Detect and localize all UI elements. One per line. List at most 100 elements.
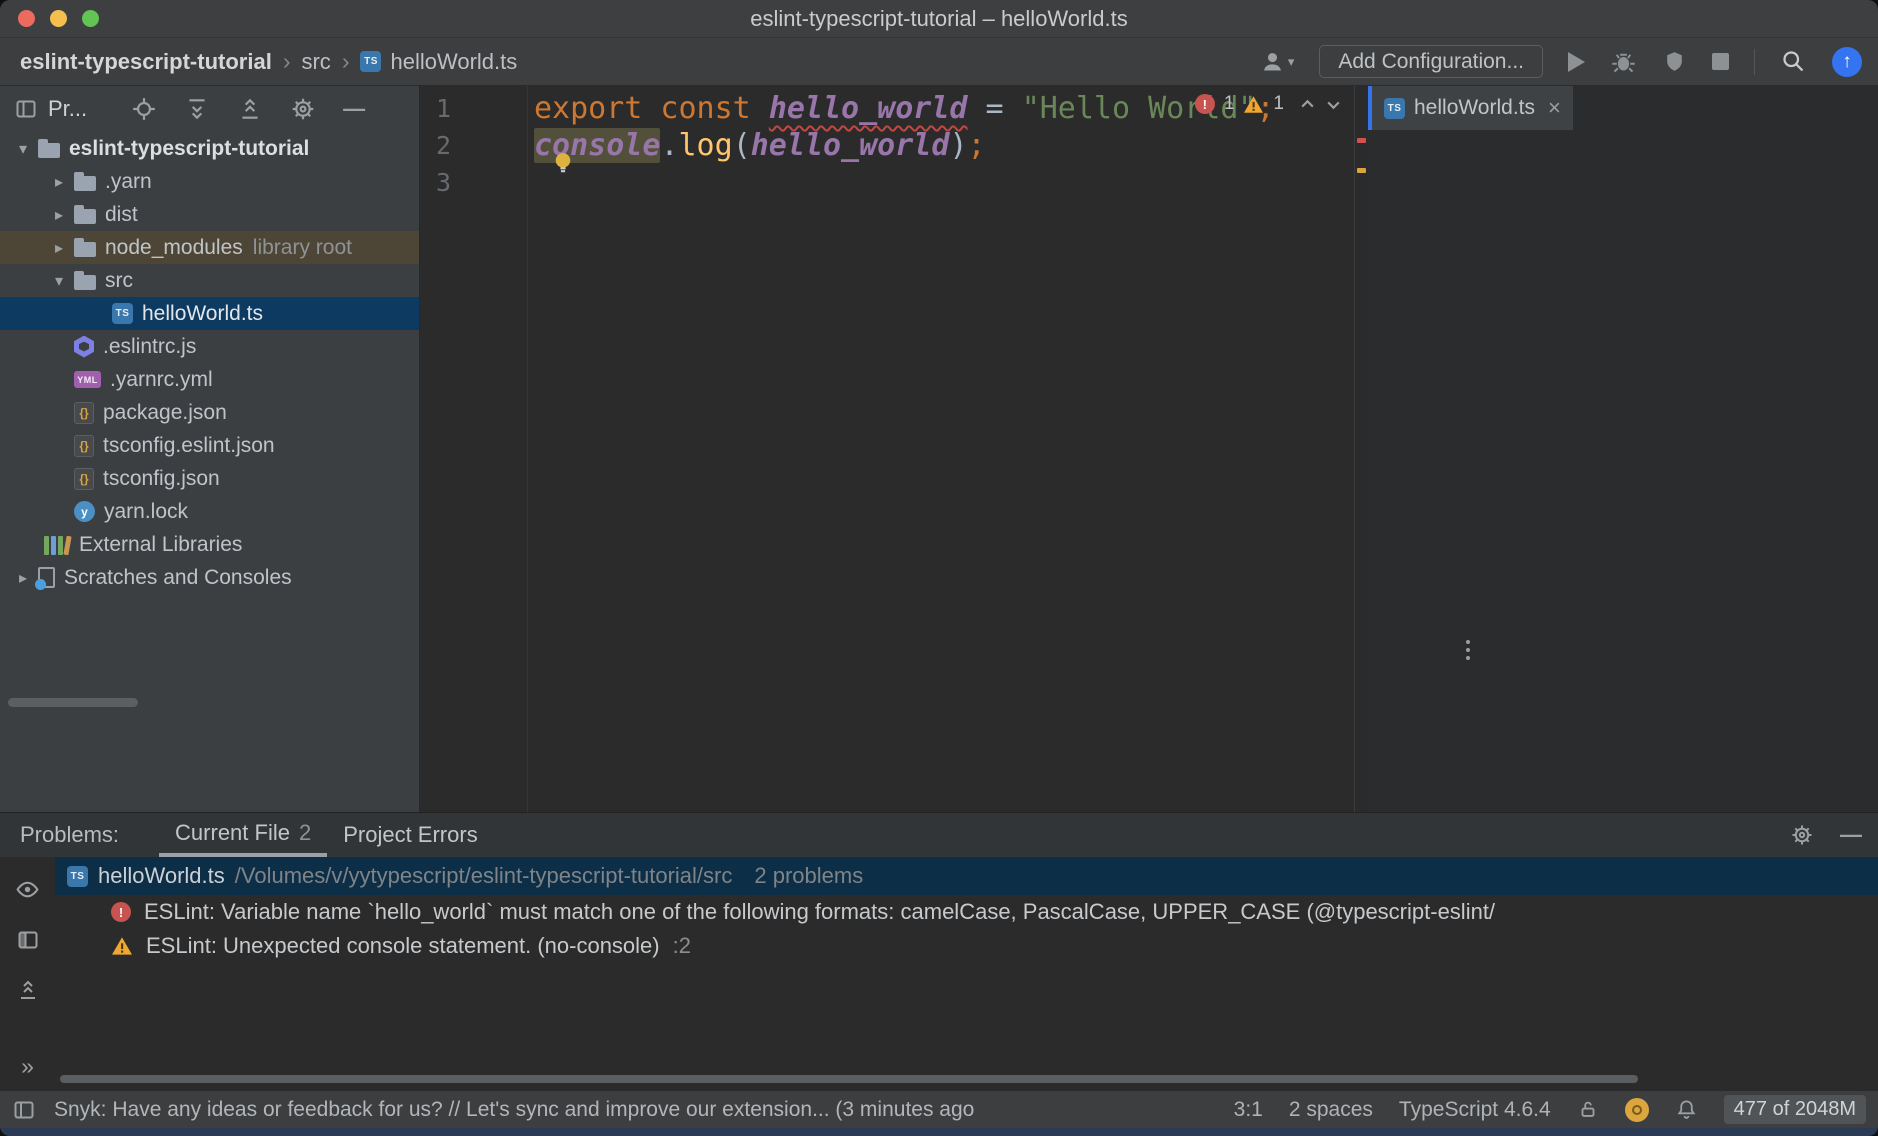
titlebar: eslint-typescript-tutorial – helloWorld.… (0, 0, 1878, 38)
folder-icon (38, 143, 60, 158)
tree-item-node-modules[interactable]: ▸ node_modules library root (0, 231, 419, 264)
next-problem-button[interactable] (1325, 96, 1342, 113)
close-tab-icon[interactable]: × (1548, 95, 1561, 121)
typescript-file-icon (67, 866, 88, 887)
breadcrumb-project[interactable]: eslint-typescript-tutorial (20, 49, 272, 75)
lock-icon[interactable] (1577, 1098, 1599, 1121)
tree-item-project-root[interactable]: ▾ eslint-typescript-tutorial (0, 132, 419, 165)
preview-eye-icon[interactable] (15, 877, 40, 902)
ide-update-button[interactable]: ↑ (1832, 47, 1862, 77)
error-highlighted-identifier: hello_world (769, 91, 968, 126)
more-actions-icon[interactable]: » (21, 1053, 34, 1080)
tree-item-yarnrc[interactable]: .yarnrc.yml (0, 363, 419, 396)
editor-tab-helloworld[interactable]: helloWorld.ts × (1368, 86, 1573, 130)
background-task-icon[interactable] (1625, 1098, 1649, 1122)
problem-row-error[interactable]: ESLint: Variable name `hello_world` must… (55, 895, 1878, 929)
problems-panel-title[interactable]: Problems: (20, 822, 119, 848)
close-window-button[interactable] (18, 10, 35, 27)
status-widgets: 3:1 2 spaces TypeScript 4.6.4 477 of 204… (1234, 1095, 1866, 1124)
intention-bulb-icon[interactable] (550, 150, 576, 177)
hide-panel-button[interactable]: — (343, 98, 365, 120)
ide-window: eslint-typescript-tutorial – helloWorld.… (0, 0, 1878, 1136)
error-stripe[interactable] (1354, 86, 1368, 812)
zoom-window-button[interactable] (82, 10, 99, 27)
minimize-window-button[interactable] (50, 10, 67, 27)
tree-item-dist[interactable]: ▸ dist (0, 198, 419, 231)
more-options-icon[interactable] (1466, 640, 1470, 660)
project-tool-icon (14, 97, 38, 121)
breadcrumb-folder[interactable]: src (301, 49, 330, 75)
library-root-badge: library root (253, 236, 352, 260)
language-version-widget[interactable]: TypeScript 4.6.4 (1399, 1098, 1551, 1122)
tree-item-external-libraries[interactable]: External Libraries (0, 528, 419, 561)
hide-panel-button[interactable]: — (1840, 824, 1862, 846)
tree-item-helloworld-ts[interactable]: helloWorld.ts (0, 297, 419, 330)
chevron-right-icon[interactable]: ▸ (8, 568, 38, 588)
tool-window-layout-icon[interactable] (12, 1098, 36, 1122)
chevron-right-icon[interactable]: ▸ (44, 238, 74, 258)
locate-file-icon[interactable] (131, 96, 157, 122)
collapse-all-icon[interactable] (237, 96, 263, 122)
editor[interactable]: 1 2 3 export const hello_world = "Hello … (420, 86, 1354, 812)
folder-icon (74, 176, 96, 191)
run-button[interactable] (1568, 52, 1585, 72)
debug-button[interactable] (1610, 48, 1637, 75)
caret-position-widget[interactable]: 3:1 (1234, 1098, 1263, 1122)
open-preview-icon[interactable] (16, 928, 40, 952)
problems-panel: Problems: Current File 2 Project Errors … (0, 812, 1878, 1090)
error-icon (111, 902, 131, 922)
line-number[interactable]: 3 (436, 164, 527, 201)
gear-icon[interactable] (290, 96, 316, 122)
search-everywhere-button[interactable] (1780, 48, 1807, 75)
project-horizontal-scrollbar[interactable] (8, 698, 138, 707)
project-panel-title[interactable]: Pr... (48, 96, 87, 122)
json-file-icon (74, 468, 94, 490)
gear-icon[interactable] (1790, 823, 1814, 847)
inspections-widget[interactable]: 1 1 (1195, 93, 1342, 115)
error-icon (1195, 94, 1215, 114)
line-number[interactable]: 2 (436, 127, 527, 164)
profile-menu[interactable]: ▾ (1259, 48, 1295, 75)
status-bar: Snyk: Have any ideas or feedback for us?… (0, 1090, 1878, 1128)
tab-project-errors[interactable]: Project Errors (327, 813, 493, 857)
tree-item-yarn[interactable]: ▸ .yarn (0, 165, 419, 198)
chevron-down-icon[interactable]: ▾ (8, 139, 38, 159)
tab-current-file[interactable]: Current File 2 (159, 813, 327, 857)
toolbar-divider (1754, 49, 1755, 75)
project-panel-header: Pr... — (0, 86, 419, 132)
notifications-bell-icon[interactable] (1675, 1098, 1698, 1121)
chevron-right-icon[interactable]: ▸ (44, 172, 74, 192)
breadcrumb-file[interactable]: helloWorld.ts (390, 49, 517, 75)
indent-widget[interactable]: 2 spaces (1289, 1098, 1373, 1122)
problem-count-badge: 2 (299, 820, 311, 846)
tree-item-scratches[interactable]: ▸ Scratches and Consoles (0, 561, 419, 594)
warning-count: 1 (1273, 93, 1284, 115)
tree-item-package-json[interactable]: package.json (0, 396, 419, 429)
tree-item-src[interactable]: ▾ src (0, 264, 419, 297)
editor-tab-column: helloWorld.ts × (1368, 86, 1878, 812)
code-area[interactable]: export const hello_world = "Hello World"… (528, 86, 1354, 812)
tree-item-eslintrc[interactable]: .eslintrc.js (0, 330, 419, 363)
expand-all-icon[interactable] (184, 96, 210, 122)
coverage-button[interactable] (1662, 48, 1687, 75)
collapse-all-icon[interactable] (16, 978, 40, 1002)
status-message[interactable]: Snyk: Have any ideas or feedback for us?… (54, 1098, 1216, 1122)
chevron-right-icon[interactable]: ▸ (44, 205, 74, 225)
add-configuration-button[interactable]: Add Configuration... (1319, 45, 1543, 78)
problems-file-group[interactable]: helloWorld.ts /Volumes/v/yytypescript/es… (55, 857, 1878, 895)
tree-item-yarn-lock[interactable]: yarn.lock (0, 495, 419, 528)
editor-gutter[interactable]: 1 2 3 (420, 86, 528, 812)
previous-problem-button[interactable] (1299, 96, 1316, 113)
problems-horizontal-scrollbar[interactable] (60, 1075, 1638, 1083)
tree-item-tsconfig[interactable]: tsconfig.json (0, 462, 419, 495)
editor-tab-title: helloWorld.ts (1414, 96, 1535, 120)
warning-stripe-mark[interactable] (1357, 168, 1366, 173)
memory-indicator[interactable]: 477 of 2048M (1724, 1095, 1866, 1124)
chevron-down-icon[interactable]: ▾ (44, 271, 74, 291)
tree-item-tsconfig-eslint[interactable]: tsconfig.eslint.json (0, 429, 419, 462)
problem-row-warning[interactable]: ESLint: Unexpected console statement. (n… (55, 929, 1878, 963)
error-stripe-mark[interactable] (1357, 138, 1366, 143)
code-line-3 (534, 164, 1354, 201)
line-number[interactable]: 1 (436, 90, 527, 127)
stop-button[interactable] (1712, 53, 1729, 70)
